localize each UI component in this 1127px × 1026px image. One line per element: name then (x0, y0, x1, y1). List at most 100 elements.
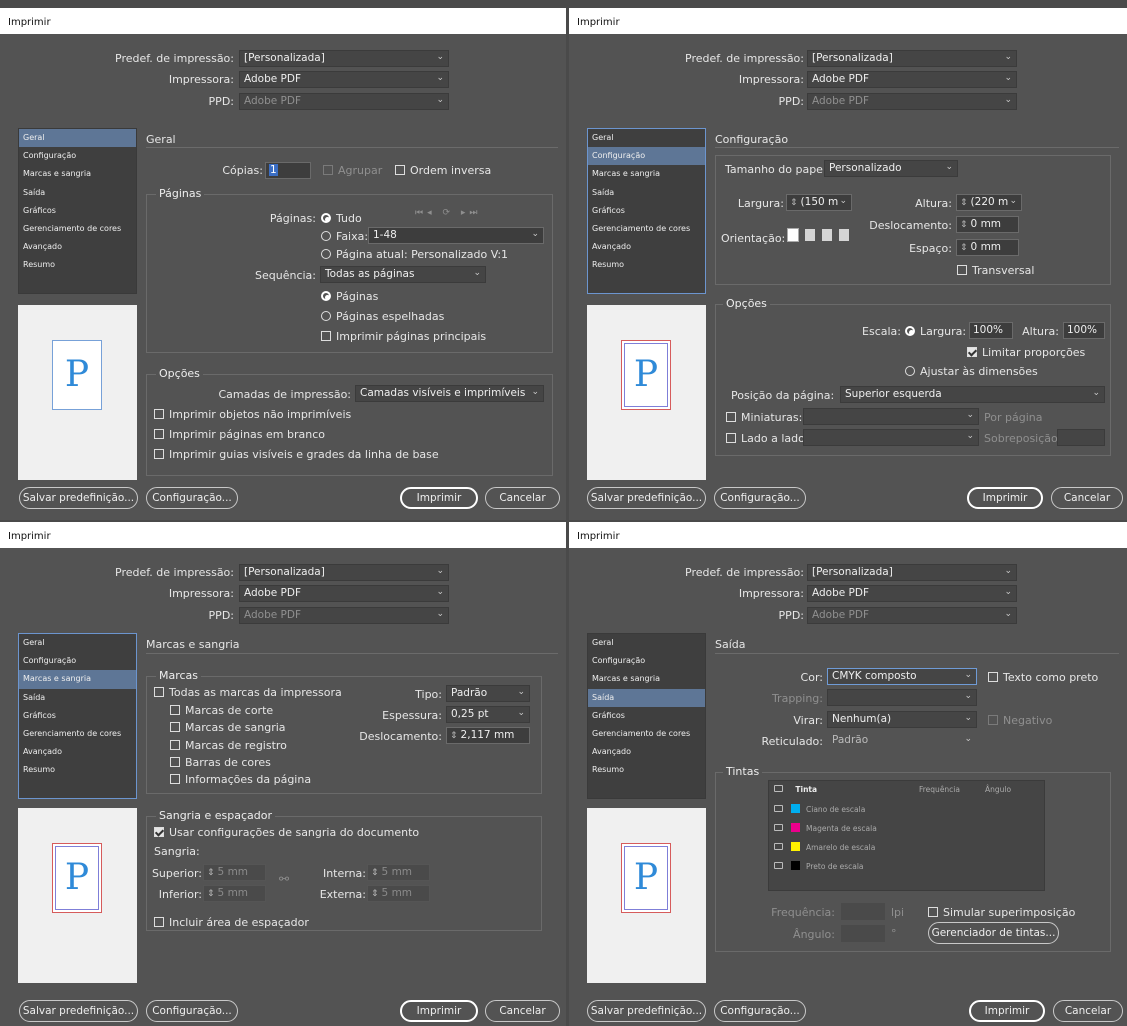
ink-row[interactable]: Ciano de escala (774, 804, 865, 814)
sidebar-item-color[interactable]: Gerenciamento de cores (588, 725, 705, 743)
sidebar-item-color[interactable]: Gerenciamento de cores (19, 220, 136, 238)
blank-pages-checkbox[interactable]: Imprimir páginas em branco (154, 428, 325, 441)
sidebar-item-marks[interactable]: Marcas e sangria (19, 670, 136, 689)
sidebar-item-general[interactable]: Geral (19, 129, 136, 148)
preset-dropdown[interactable]: [Personalizada] ⌄ (239, 50, 449, 67)
setup-button[interactable]: Configuração... (146, 487, 238, 509)
sidebar-item-output[interactable]: Saída (19, 184, 136, 202)
transverse-checkbox[interactable]: Transversal (957, 264, 1034, 277)
save-preset-button[interactable]: Salvar predefinição... (19, 1000, 138, 1022)
offset-input[interactable]: ⇕ 0 mm (956, 216, 1019, 233)
sidebar-item-setup[interactable]: Configuração (588, 652, 705, 670)
registration-marks-checkbox[interactable]: Marcas de registro (170, 739, 287, 752)
range-input[interactable]: 1-48 ⌄ (368, 227, 544, 244)
sidebar-item-color[interactable]: Gerenciamento de cores (588, 220, 705, 238)
bleed-marks-checkbox[interactable]: Marcas de sangria (170, 721, 286, 734)
height-input[interactable]: ⇕ (220 m ⌄ (956, 194, 1022, 211)
master-pages-checkbox[interactable]: Imprimir páginas principais (321, 330, 486, 343)
reverse-portrait-icon[interactable] (822, 229, 832, 241)
sidebar-item-summary[interactable]: Resumo (588, 256, 705, 274)
printer-dropdown[interactable]: Adobe PDF ⌄ (239, 585, 449, 602)
print-button[interactable]: Imprimir (969, 1000, 1045, 1022)
orientation-buttons[interactable] (788, 229, 856, 242)
scale-width-input[interactable]: 100% (969, 322, 1013, 339)
reverse-landscape-icon[interactable] (839, 229, 849, 241)
simulate-overprint-checkbox[interactable]: Simular superimposição (928, 906, 1075, 919)
paper-size-dropdown[interactable]: Personalizado ⌄ (824, 160, 958, 177)
sidebar-item-marks[interactable]: Marcas e sangria (588, 670, 705, 688)
pages-range-radio[interactable]: Faixa: (321, 230, 368, 243)
sidebar-item-graphics[interactable]: Gráficos (19, 707, 136, 725)
slug-checkbox[interactable]: Incluir área de espaçador (154, 916, 309, 929)
print-button[interactable]: Imprimir (400, 1000, 478, 1022)
sidebar-item-setup[interactable]: Configuração (19, 147, 136, 165)
printer-dropdown[interactable]: Adobe PDF ⌄ (807, 585, 1017, 602)
pages-all-radio[interactable]: Tudo (321, 212, 362, 225)
sidebar-item-advanced[interactable]: Avançado (588, 743, 705, 761)
page-info-checkbox[interactable]: Informações da página (170, 773, 311, 786)
setup-button[interactable]: Configuração... (714, 1000, 806, 1022)
text-black-checkbox[interactable]: Texto como preto (988, 671, 1098, 684)
sidebar-item-output[interactable]: Saída (19, 689, 136, 707)
sidebar-item-advanced[interactable]: Avançado (19, 238, 136, 256)
flip-dropdown[interactable]: Nenhum(a) ⌄ (827, 711, 977, 728)
thumbnails-checkbox[interactable]: Miniaturas: (726, 411, 802, 424)
landscape-icon[interactable] (805, 229, 815, 241)
use-doc-bleed-checkbox[interactable]: Usar configurações de sangria do documen… (154, 826, 419, 839)
tile-checkbox[interactable]: Lado a lado: (726, 432, 809, 445)
sidebar-item-advanced[interactable]: Avançado (588, 238, 705, 256)
preset-dropdown[interactable]: [Personalizada] ⌄ (807, 564, 1017, 581)
cancel-button[interactable]: Cancelar (485, 487, 560, 509)
ink-row[interactable]: Magenta de escala (774, 823, 877, 833)
sidebar-item-advanced[interactable]: Avançado (19, 743, 136, 761)
gap-input[interactable]: ⇕ 0 mm (956, 239, 1019, 256)
link-icon[interactable]: ⚯ (279, 872, 289, 886)
sidebar-item-output[interactable]: Saída (588, 184, 705, 202)
all-marks-checkbox[interactable]: Todas as marcas da impressora (154, 686, 342, 699)
color-dropdown[interactable]: CMYK composto ⌄ (827, 668, 977, 685)
nonprinting-checkbox[interactable]: Imprimir objetos não imprimíveis (154, 408, 351, 421)
scale-width-radio[interactable]: Largura: (905, 325, 966, 338)
sidebar-item-graphics[interactable]: Gráficos (588, 707, 705, 725)
reverse-order-checkbox[interactable]: Ordem inversa (395, 164, 491, 177)
width-input[interactable]: ⇕ (150 m ⌄ (786, 194, 852, 211)
sidebar-item-color[interactable]: Gerenciamento de cores (19, 725, 136, 743)
weight-dropdown[interactable]: 0,25 pt ⌄ (446, 706, 530, 723)
sidebar-item-setup[interactable]: Configuração (588, 147, 705, 166)
sidebar-item-general[interactable]: Geral (588, 634, 705, 652)
printer-dropdown[interactable]: Adobe PDF ⌄ (239, 71, 449, 88)
ink-row[interactable]: Amarelo de escala (774, 842, 875, 852)
marks-offset-input[interactable]: ⇕ 2,117 mm (446, 727, 530, 744)
cancel-button[interactable]: Cancelar (1051, 487, 1123, 509)
collate-checkbox[interactable]: Agrupar (323, 164, 382, 177)
sidebar-item-summary[interactable]: Resumo (588, 761, 705, 779)
sidebar-item-general[interactable]: Geral (19, 634, 136, 652)
spreads-radio[interactable]: Páginas espelhadas (321, 310, 444, 323)
crop-marks-checkbox[interactable]: Marcas de corte (170, 704, 273, 717)
print-button[interactable]: Imprimir (967, 487, 1043, 509)
constrain-checkbox[interactable]: Limitar proporções (967, 346, 1085, 359)
copies-input[interactable]: 1 (265, 162, 311, 179)
color-bars-checkbox[interactable]: Barras de cores (170, 756, 271, 769)
pages-current-radio[interactable]: Página atual: Personalizado V:1 (321, 248, 508, 261)
save-preset-button[interactable]: Salvar predefinição... (587, 487, 706, 509)
guides-checkbox[interactable]: Imprimir guias visíveis e grades da linh… (154, 448, 439, 461)
preset-dropdown[interactable]: [Personalizada] ⌄ (807, 50, 1017, 67)
portrait-icon[interactable] (788, 229, 798, 241)
sidebar-item-graphics[interactable]: Gráficos (588, 202, 705, 220)
cancel-button[interactable]: Cancelar (485, 1000, 560, 1022)
print-button[interactable]: Imprimir (400, 487, 478, 509)
sidebar-item-general[interactable]: Geral (588, 129, 705, 147)
cancel-button[interactable]: Cancelar (1053, 1000, 1123, 1022)
setup-button[interactable]: Configuração... (714, 487, 806, 509)
preset-dropdown[interactable]: [Personalizada] ⌄ (239, 564, 449, 581)
sidebar-item-marks[interactable]: Marcas e sangria (19, 165, 136, 183)
page-position-dropdown[interactable]: Superior esquerda ⌄ (840, 386, 1105, 403)
setup-button[interactable]: Configuração... (146, 1000, 238, 1022)
save-preset-button[interactable]: Salvar predefinição... (19, 487, 138, 509)
ink-manager-button[interactable]: Gerenciador de tintas... (928, 922, 1059, 944)
scale-height-input[interactable]: 100% (1063, 322, 1105, 339)
sidebar-item-summary[interactable]: Resumo (19, 256, 136, 274)
save-preset-button[interactable]: Salvar predefinição... (587, 1000, 706, 1022)
sequence-dropdown[interactable]: Todas as páginas ⌄ (320, 266, 486, 283)
